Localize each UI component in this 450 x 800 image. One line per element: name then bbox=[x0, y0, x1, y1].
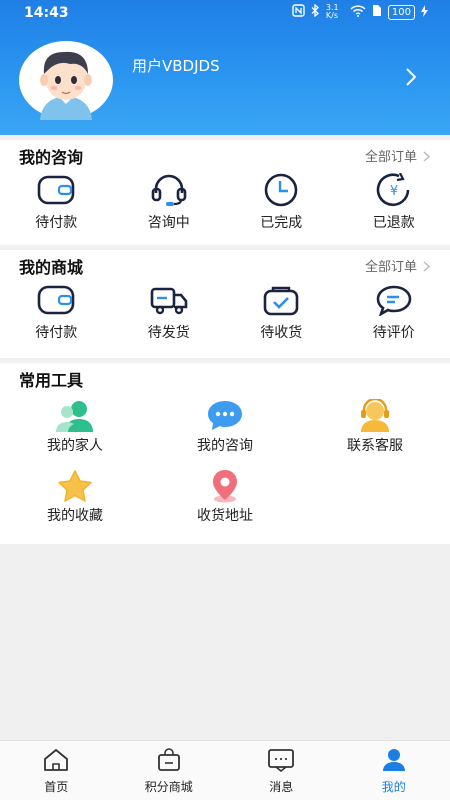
mall-item-pending-receipt[interactable]: 待收货 bbox=[225, 282, 338, 342]
star-icon bbox=[56, 469, 94, 503]
package-check-icon bbox=[262, 282, 300, 318]
chevron-right-icon bbox=[423, 260, 430, 272]
item-label: 联系客服 bbox=[347, 438, 403, 454]
profile-arrow-icon[interactable] bbox=[406, 68, 417, 90]
bluetooth-icon bbox=[311, 3, 320, 20]
refund-icon: ¥ bbox=[375, 172, 413, 208]
item-label: 我的咨询 bbox=[197, 438, 253, 454]
tool-shipping-address[interactable]: 收货地址 bbox=[150, 469, 300, 539]
mall-section: 我的商城 全部订单 待付款 待发货 待收货 待评价 bbox=[0, 250, 450, 358]
sim-icon bbox=[372, 4, 382, 20]
tool-my-family[interactable]: 我的家人 bbox=[0, 399, 150, 469]
section-title: 常用工具 bbox=[19, 371, 84, 390]
chat-bubble-icon bbox=[375, 282, 413, 318]
consult-section: 我的咨询 全部订单 待付款 咨询中 已完成 ¥ 已退款 bbox=[0, 140, 450, 245]
all-orders-label: 全部订单 bbox=[364, 150, 417, 165]
item-label: 我的家人 bbox=[47, 438, 103, 454]
wifi-icon bbox=[350, 4, 366, 20]
mall-item-pending-review[interactable]: 待评价 bbox=[338, 282, 450, 342]
consult-all-orders-link[interactable]: 全部订单 bbox=[365, 146, 430, 165]
item-label: 待发货 bbox=[147, 325, 190, 341]
home-icon bbox=[42, 748, 70, 776]
chevron-right-icon bbox=[423, 150, 430, 162]
item-label: 已退款 bbox=[372, 215, 415, 231]
charging-icon bbox=[421, 4, 428, 20]
status-icons: 3.1 K/s 100 bbox=[292, 4, 428, 20]
item-label: 待评价 bbox=[372, 325, 415, 341]
location-pin-icon bbox=[207, 469, 243, 503]
avatar[interactable] bbox=[18, 40, 114, 120]
tool-my-favorites[interactable]: 我的收藏 bbox=[0, 469, 150, 539]
tool-my-consult[interactable]: 我的咨询 bbox=[150, 399, 300, 469]
nav-label: 首页 bbox=[44, 780, 69, 794]
consult-item-in-progress[interactable]: 咨询中 bbox=[113, 172, 226, 232]
mall-all-orders-link[interactable]: 全部订单 bbox=[365, 256, 430, 275]
item-label: 收货地址 bbox=[197, 508, 253, 524]
profile-header: 14:43 3.1 K/s 100 用户VBDJDS bbox=[0, 0, 450, 135]
item-label: 待收货 bbox=[260, 325, 303, 341]
nfc-icon bbox=[292, 4, 305, 20]
family-icon bbox=[55, 399, 95, 433]
nav-label: 积分商城 bbox=[144, 780, 193, 794]
network-speed: 3.1 K/s bbox=[325, 3, 339, 20]
item-label: 已完成 bbox=[260, 215, 303, 231]
nav-points-mall[interactable]: 积分商城 bbox=[113, 741, 226, 800]
consult-item-pending-payment[interactable]: 待付款 bbox=[0, 172, 113, 232]
all-orders-label: 全部订单 bbox=[364, 260, 417, 275]
tool-customer-service[interactable]: 联系客服 bbox=[300, 399, 450, 469]
status-time: 14:43 bbox=[24, 5, 69, 21]
mall-item-pending-payment[interactable]: 待付款 bbox=[0, 282, 113, 342]
user-icon bbox=[380, 748, 408, 776]
item-label: 待付款 bbox=[35, 215, 78, 231]
nav-home[interactable]: 首页 bbox=[0, 741, 113, 800]
bottom-nav: 首页 积分商城 消息 我的 bbox=[0, 740, 450, 800]
username[interactable]: 用户VBDJDS bbox=[132, 55, 220, 76]
message-icon bbox=[267, 748, 295, 776]
truck-icon bbox=[150, 282, 188, 318]
clock-icon bbox=[263, 172, 299, 208]
tools-section: 常用工具 我的家人 我的咨询 联系客服 我的收藏 收货地址 bbox=[0, 363, 450, 544]
status-bar: 14:43 3.1 K/s 100 bbox=[0, 0, 450, 28]
consult-item-refunded[interactable]: ¥ 已退款 bbox=[338, 172, 450, 232]
customer-service-icon bbox=[356, 399, 394, 433]
section-title: 我的咨询 bbox=[19, 148, 84, 167]
svg-text:¥: ¥ bbox=[390, 184, 398, 199]
wallet-icon bbox=[37, 172, 75, 208]
headset-icon bbox=[150, 172, 188, 208]
consult-item-completed[interactable]: 已完成 bbox=[225, 172, 338, 232]
consult-bubble-icon bbox=[206, 399, 244, 433]
nav-messages[interactable]: 消息 bbox=[225, 741, 338, 800]
item-label: 待付款 bbox=[35, 325, 78, 341]
nav-label: 我的 bbox=[381, 780, 406, 794]
item-label: 我的收藏 bbox=[47, 508, 103, 524]
mall-item-pending-shipment[interactable]: 待发货 bbox=[113, 282, 226, 342]
wallet-icon bbox=[37, 282, 75, 318]
section-title: 我的商城 bbox=[19, 258, 84, 277]
shopping-bag-icon bbox=[155, 748, 183, 776]
nav-label: 消息 bbox=[269, 780, 294, 794]
battery-indicator: 100 bbox=[387, 4, 415, 20]
item-label: 咨询中 bbox=[147, 215, 190, 231]
nav-mine[interactable]: 我的 bbox=[338, 741, 450, 800]
